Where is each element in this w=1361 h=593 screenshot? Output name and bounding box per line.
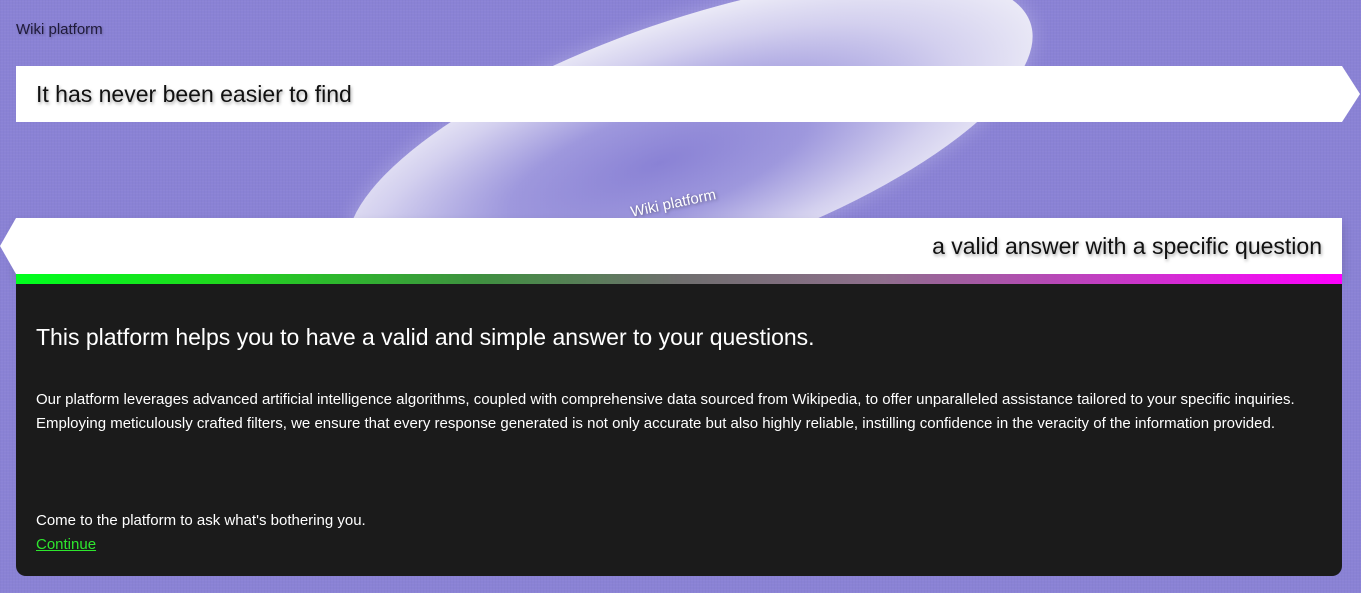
banner-top-text: It has never been easier to find	[36, 80, 352, 107]
info-card: This platform helps you to have a valid …	[16, 274, 1342, 576]
ellipse-label: Wiki platform	[629, 186, 718, 221]
gradient-bar	[16, 274, 1342, 284]
site-title: Wiki platform	[16, 21, 103, 38]
banner-bottom-text: a valid answer with a specific question	[932, 232, 1322, 259]
continue-link[interactable]: Continue	[36, 533, 96, 557]
card-paragraph: Our platform leverages advanced artifici…	[36, 391, 1295, 432]
card-heading: This platform helps you to have a valid …	[36, 324, 815, 350]
call-to-action-text: Come to the platform to ask what's bothe…	[36, 512, 366, 529]
banner-bottom: a valid answer with a specific question	[0, 218, 1342, 274]
banner-top: It has never been easier to find	[16, 66, 1360, 122]
